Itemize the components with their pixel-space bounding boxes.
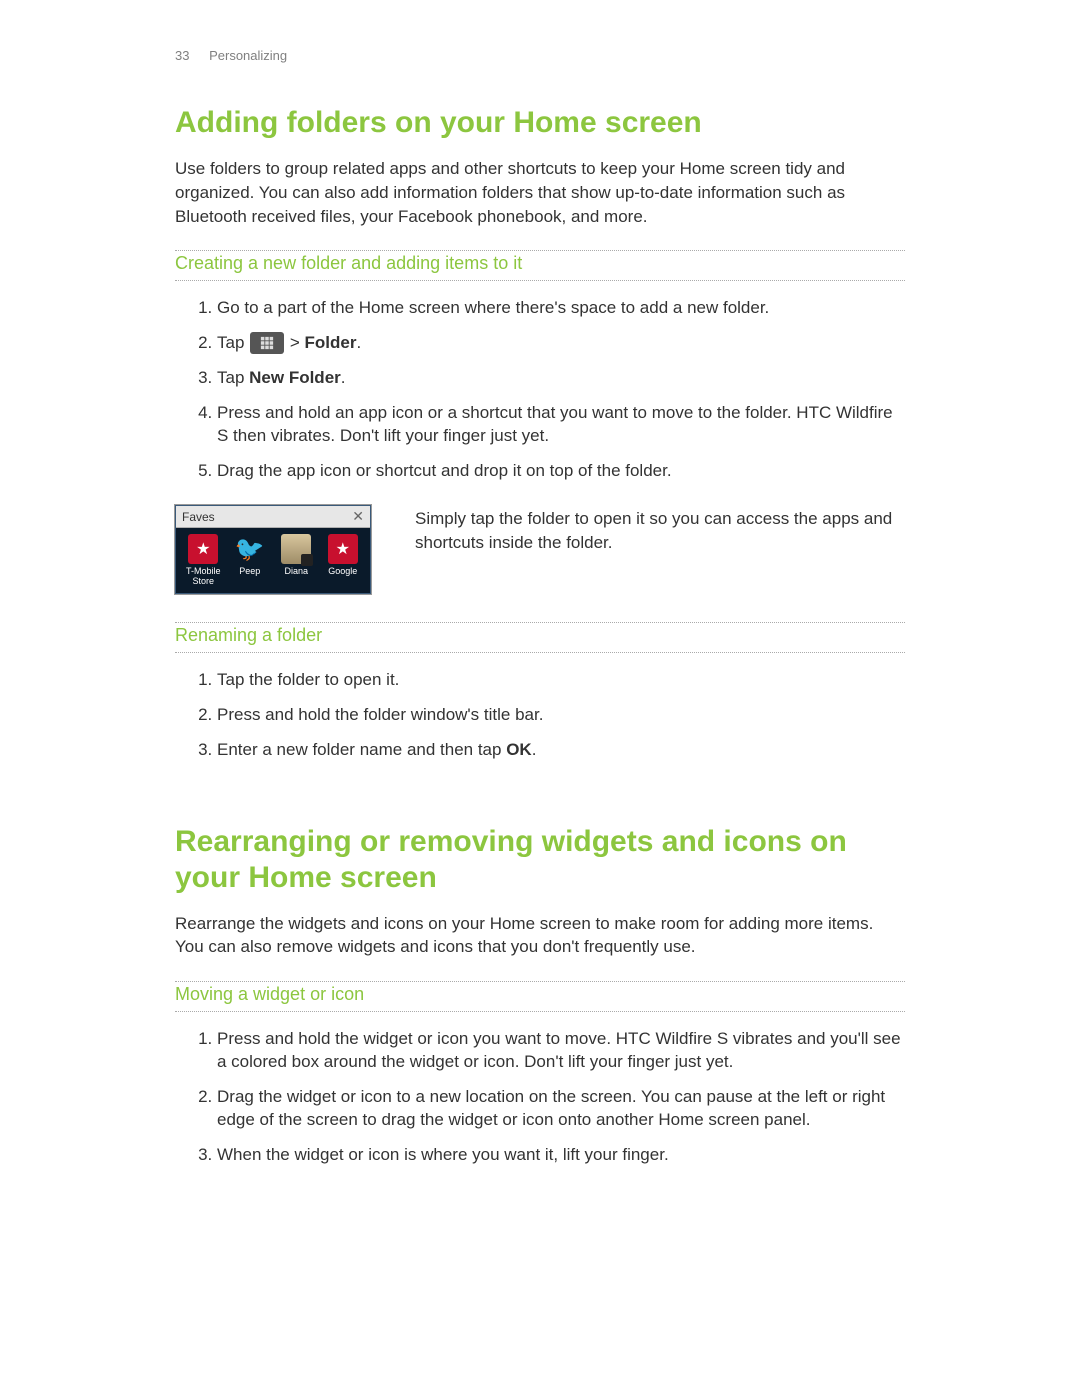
section-title-rearranging: Rearranging or removing widgets and icon… bbox=[175, 824, 905, 896]
close-icon: ✕ bbox=[352, 508, 364, 525]
step-bold: New Folder bbox=[249, 368, 341, 387]
step: Press and hold an app icon or a shortcut… bbox=[217, 402, 905, 448]
step-bold: Folder bbox=[305, 333, 357, 352]
folder-popup-body: ★ T-MobileStore 🐦 Peep Diana ★ Google bbox=[176, 528, 370, 593]
folder-popup: Faves ✕ ★ T-MobileStore 🐦 Peep Diana bbox=[175, 505, 371, 594]
steps-creating-folder: Go to a part of the Home screen where th… bbox=[175, 297, 905, 483]
app-tile: 🐦 Peep bbox=[227, 534, 273, 587]
app-label: Google bbox=[328, 567, 357, 577]
divider bbox=[175, 652, 905, 653]
divider bbox=[175, 622, 905, 623]
step: Tap the folder to open it. bbox=[217, 669, 905, 692]
step-text: . bbox=[356, 333, 361, 352]
sub-heading-renaming-folder: Renaming a folder bbox=[175, 625, 905, 650]
star-icon: ★ bbox=[188, 534, 218, 564]
star-icon: ★ bbox=[328, 534, 358, 564]
step: Press and hold the widget or icon you wa… bbox=[217, 1028, 905, 1074]
folder-example-row: Faves ✕ ★ T-MobileStore 🐦 Peep Diana bbox=[175, 505, 905, 594]
step: Drag the app icon or shortcut and drop i… bbox=[217, 460, 905, 483]
app-label: Peep bbox=[239, 567, 260, 577]
folder-popup-titlebar: Faves ✕ bbox=[176, 506, 370, 528]
step: Go to a part of the Home screen where th… bbox=[217, 297, 905, 320]
step: Tap > Folder. bbox=[217, 332, 905, 355]
step-bold: OK bbox=[506, 740, 532, 759]
steps-renaming-folder: Tap the folder to open it. Press and hol… bbox=[175, 669, 905, 762]
step: Press and hold the folder window's title… bbox=[217, 704, 905, 727]
step-text: Tap bbox=[217, 333, 249, 352]
step: Tap New Folder. bbox=[217, 367, 905, 390]
app-label: T-MobileStore bbox=[186, 567, 221, 587]
app-tile: Diana bbox=[273, 534, 319, 587]
section-intro-adding-folders: Use folders to group related apps and ot… bbox=[175, 157, 905, 228]
divider bbox=[175, 250, 905, 251]
page-header: 33 Personalizing bbox=[175, 48, 905, 63]
folder-popup-title: Faves bbox=[182, 510, 215, 524]
contact-photo-icon bbox=[281, 534, 311, 564]
step: Drag the widget or icon to a new locatio… bbox=[217, 1086, 905, 1132]
step-text: . bbox=[341, 368, 346, 387]
folder-preview-image: Faves ✕ ★ T-MobileStore 🐦 Peep Diana bbox=[175, 505, 371, 594]
step-text: Enter a new folder name and then tap bbox=[217, 740, 506, 759]
step: Enter a new folder name and then tap OK. bbox=[217, 739, 905, 762]
app-tile: ★ T-MobileStore bbox=[180, 534, 226, 587]
sub-heading-creating-folder: Creating a new folder and adding items t… bbox=[175, 253, 905, 278]
step-text: > bbox=[285, 333, 304, 352]
app-label: Diana bbox=[284, 567, 308, 577]
step: When the widget or icon is where you wan… bbox=[217, 1144, 905, 1167]
page-number: 33 bbox=[175, 48, 189, 63]
step-text: Tap bbox=[217, 368, 249, 387]
chapter-title: Personalizing bbox=[209, 48, 287, 63]
apps-button-icon bbox=[250, 332, 284, 354]
divider bbox=[175, 981, 905, 982]
section-title-adding-folders: Adding folders on your Home screen bbox=[175, 105, 905, 141]
folder-example-caption: Simply tap the folder to open it so you … bbox=[415, 505, 905, 594]
divider bbox=[175, 280, 905, 281]
step-text: . bbox=[532, 740, 537, 759]
section-intro-rearranging: Rearrange the widgets and icons on your … bbox=[175, 912, 905, 960]
divider bbox=[175, 1011, 905, 1012]
app-tile: ★ Google bbox=[320, 534, 366, 587]
steps-moving-widget: Press and hold the widget or icon you wa… bbox=[175, 1028, 905, 1167]
sub-heading-moving-widget: Moving a widget or icon bbox=[175, 984, 905, 1009]
bird-icon: 🐦 bbox=[235, 534, 265, 564]
